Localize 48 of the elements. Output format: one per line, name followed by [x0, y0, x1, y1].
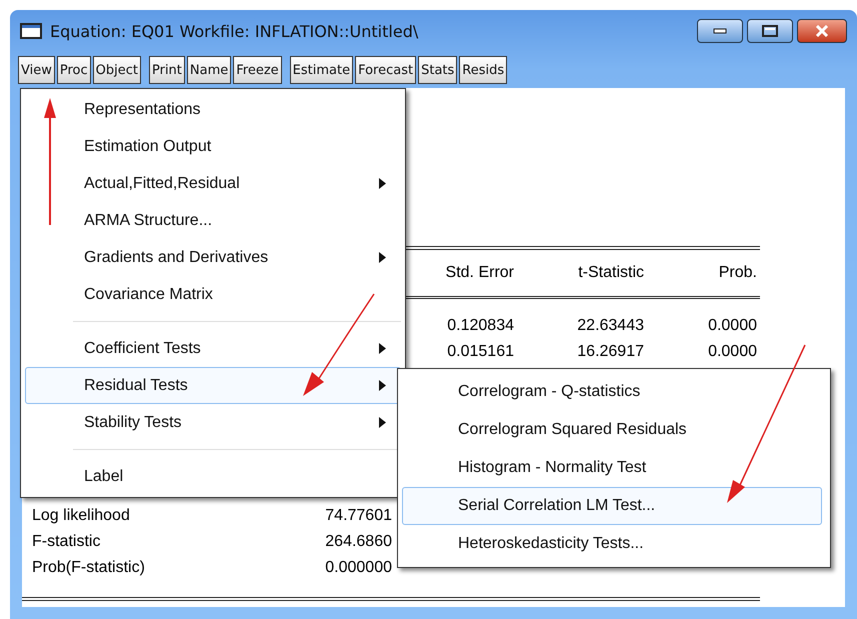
menu-item[interactable]: Serial Correlation LM Test... — [402, 487, 822, 525]
toolbar-button[interactable]: Forecast — [355, 56, 416, 84]
menu-item[interactable]: Histogram - Normality Test — [402, 449, 822, 487]
table-cell-text: 22.63443 — [576, 316, 645, 336]
toolbar-button[interactable]: Name — [186, 56, 232, 84]
menu-item[interactable]: Estimation Output — [25, 128, 401, 165]
statistic-label: Prob(F-statistic) — [32, 558, 145, 578]
menu-item[interactable]: Covariance Matrix — [25, 276, 401, 313]
menu-item[interactable]: Label — [25, 458, 401, 495]
table-cell-text: 0.0000 — [707, 342, 758, 362]
menu-item[interactable]: Residual Tests — [25, 367, 401, 404]
toolbar-button[interactable]: View — [18, 56, 55, 84]
table-cell-text: 0.0000 — [707, 316, 758, 336]
menu-item[interactable]: Heteroskedasticity Tests... — [402, 525, 822, 563]
statistic-label: F-statistic — [32, 532, 100, 552]
menu-item[interactable]: Stability Tests — [25, 404, 401, 441]
menu-item[interactable]: ARMA Structure... — [25, 202, 401, 239]
table-cell-text: 0.120834 — [446, 316, 515, 336]
column-header: Std. Error — [444, 264, 515, 282]
statistic-label: Log likelihood — [32, 506, 130, 526]
toolbar-button[interactable]: Print — [148, 56, 185, 84]
toolbar-button[interactable]: Stats — [418, 56, 458, 84]
menu-item[interactable]: Correlogram Squared Residuals — [402, 411, 822, 449]
table-cell-text: 16.26917 — [576, 342, 645, 362]
toolbar-button[interactable]: Freeze — [233, 56, 282, 84]
close-icon — [815, 25, 829, 37]
maximize-button[interactable] — [747, 19, 793, 43]
menu-item[interactable]: Actual,Fitted,Residual — [25, 165, 401, 202]
menu-item[interactable]: Correlogram - Q-statistics — [402, 373, 822, 411]
menu-item[interactable]: Coefficient Tests — [25, 330, 401, 367]
minimize-icon — [713, 28, 727, 34]
statistic-value: 264.6860 — [325, 532, 392, 552]
window-title: Equation: EQ01 Workfile: INFLATION::Untitled\ — [50, 22, 420, 40]
toolbar-button[interactable]: Object — [92, 56, 141, 84]
column-header: t-Statistic — [577, 264, 645, 282]
statistic-value: 0.000000 — [325, 558, 392, 578]
column-header: Prob. — [718, 264, 758, 282]
minimize-button[interactable] — [697, 19, 743, 43]
window-icon — [20, 23, 42, 39]
maximize-icon — [762, 25, 778, 37]
toolbar-button[interactable]: Proc — [56, 56, 91, 84]
toolbar-button[interactable]: Estimate — [290, 56, 354, 84]
close-button[interactable] — [797, 19, 847, 43]
statistic-value: 74.77601 — [325, 506, 392, 526]
menu-item[interactable]: Representations — [25, 91, 401, 128]
table-cell-text: 0.015161 — [446, 342, 515, 362]
toolbar-button[interactable]: Resids — [459, 56, 508, 84]
menu-item[interactable]: Gradients and Derivatives — [25, 239, 401, 276]
